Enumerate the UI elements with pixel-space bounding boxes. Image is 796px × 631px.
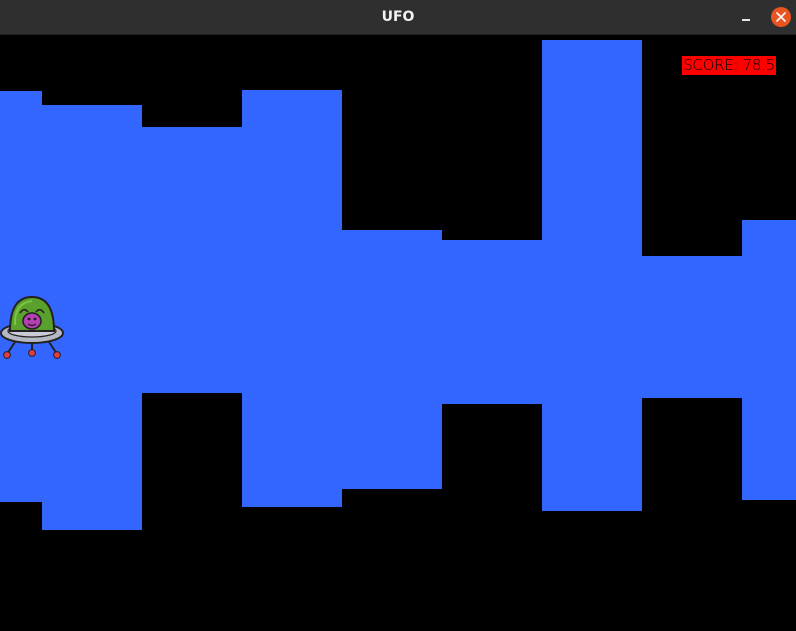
ufo-player bbox=[0, 295, 66, 361]
ufo-alien-icon bbox=[0, 295, 64, 359]
minimize-button[interactable] bbox=[736, 8, 756, 28]
window-title: UFO bbox=[381, 9, 415, 25]
title-bar[interactable]: UFO bbox=[0, 0, 796, 35]
cave-column bbox=[242, 90, 342, 507]
cave-column bbox=[642, 256, 742, 398]
cave-column bbox=[442, 240, 542, 404]
game-canvas[interactable]: SCORE: 78.5 bbox=[0, 35, 796, 631]
cave-column bbox=[542, 40, 642, 511]
score-display: SCORE: 78.5 bbox=[682, 56, 776, 75]
cave-column bbox=[142, 127, 242, 393]
close-button[interactable] bbox=[771, 7, 791, 27]
cave-column bbox=[342, 230, 442, 489]
close-icon bbox=[776, 12, 786, 22]
game-window: UFO SCORE: 78.5 bbox=[0, 0, 796, 631]
cave-column bbox=[742, 220, 796, 500]
